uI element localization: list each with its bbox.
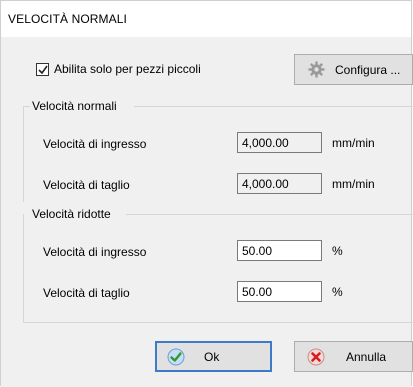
- gear-icon: [308, 61, 325, 81]
- ok-button[interactable]: Ok: [155, 341, 272, 372]
- checkmark-icon: [38, 65, 48, 75]
- ok-button-label: Ok: [204, 350, 220, 364]
- check-icon: [167, 348, 185, 369]
- reduced-entry-speed-input[interactable]: 50.00: [237, 240, 322, 261]
- normal-speed-group-corner: [23, 106, 30, 107]
- normal-speed-group-title: Velocità normali: [32, 99, 121, 113]
- enable-small-parts-checkbox[interactable]: [36, 63, 49, 76]
- dialog-title: VELOCITÀ NORMALI: [8, 12, 127, 26]
- reduced-entry-speed-label: Velocità di ingresso: [43, 245, 147, 259]
- normal-speed-group-border: [23, 106, 29, 202]
- normal-entry-speed-unit: mm/min: [332, 136, 375, 150]
- title-bar: VELOCITÀ NORMALI: [1, 1, 411, 37]
- cancel-x-icon: [307, 348, 325, 369]
- normal-entry-speed-field: 4,000.00: [237, 132, 322, 153]
- dialog-window: VELOCITÀ NORMALI Abilita solo per pezzi …: [0, 0, 413, 387]
- reduced-cut-speed-label: Velocità di taglio: [43, 286, 130, 300]
- cancel-button[interactable]: Annulla: [294, 341, 413, 372]
- reduced-speed-group-border: [23, 214, 413, 323]
- normal-cut-speed-unit: mm/min: [332, 177, 375, 191]
- normal-speed-group-line: [134, 106, 413, 107]
- reduced-entry-speed-unit: %: [332, 244, 343, 258]
- cancel-button-label: Annulla: [346, 350, 387, 364]
- normal-entry-speed-label: Velocità di ingresso: [43, 137, 147, 151]
- enable-small-parts-label[interactable]: Abilita solo per pezzi piccoli: [54, 62, 201, 76]
- configure-button[interactable]: Configura ...: [294, 54, 413, 85]
- normal-cut-speed-field: 4,000.00: [237, 173, 322, 194]
- normal-cut-speed-label: Velocità di taglio: [43, 178, 130, 192]
- reduced-cut-speed-input[interactable]: 50.00: [237, 281, 322, 302]
- configure-button-label: Configura ...: [335, 63, 401, 77]
- reduced-cut-speed-unit: %: [332, 285, 343, 299]
